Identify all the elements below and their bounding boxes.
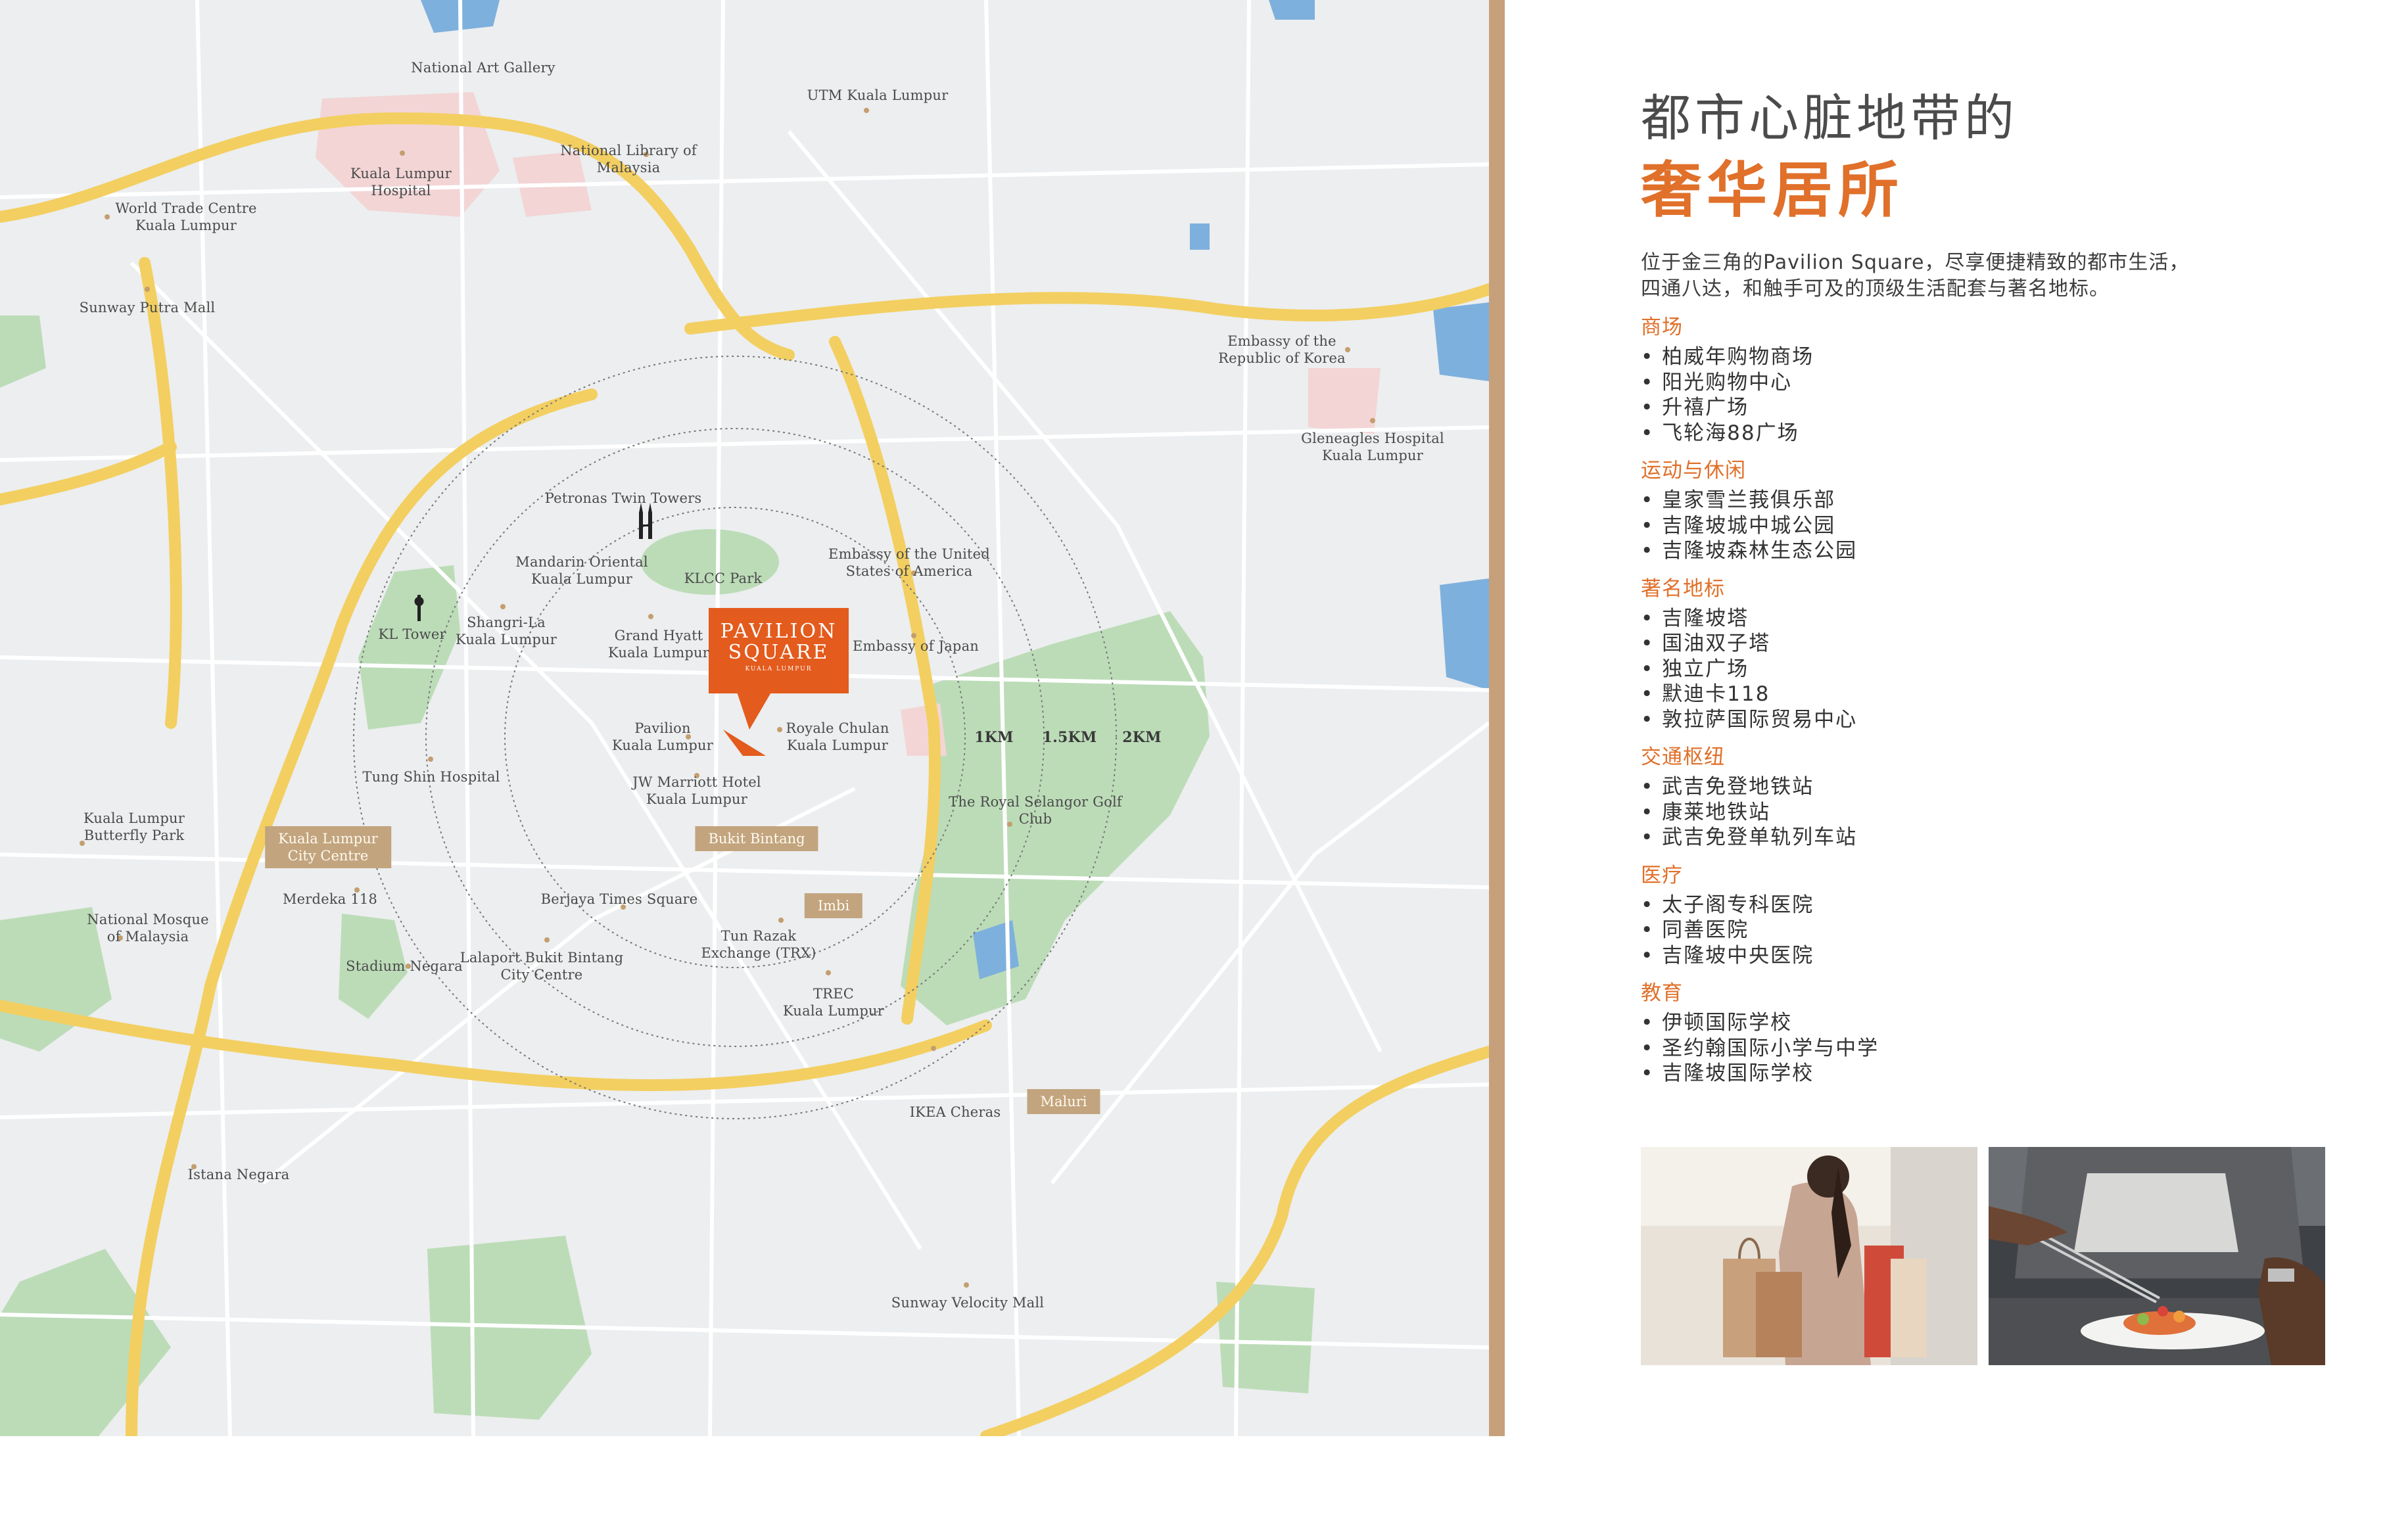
chef-plating-photo	[1989, 1147, 2325, 1365]
landmark-label[interactable]: Embassy of the Republic of Korea	[1218, 333, 1346, 367]
landmark-label[interactable]: Kuala Lumpur Butterfly Park	[83, 810, 185, 844]
section-title: 著名地标	[1641, 576, 1725, 601]
intro-text: 位于金三角的Pavilion Square，尽享便捷精致的都市生活， 四通八达，…	[1641, 250, 2331, 302]
list-item: 吉隆坡国际学校	[1641, 1061, 2331, 1086]
section-malls: 商场 柏威年购物商场 阳光购物中心 升禧广场 飞轮海88广场	[1641, 314, 2331, 446]
ring-label-1km: 1KM	[974, 729, 1014, 746]
list-item: 吉隆坡中央医院	[1641, 943, 2331, 969]
list-item: 圣约翰国际小学与中学	[1641, 1036, 2331, 1062]
landmark-label[interactable]: National Library of Malaysia	[560, 142, 697, 176]
section-landmarks: 著名地标 吉隆坡塔 国油双子塔 独立广场 默迪卡118 敦拉萨国际贸易中心	[1641, 576, 2331, 733]
landmark-label[interactable]: Petronas Twin Towers	[545, 490, 702, 507]
section-medical: 医疗 太子阁专科医院 同善医院 吉隆坡中央医院	[1641, 862, 2331, 969]
section-title: 教育	[1641, 981, 1683, 1005]
section-title: 运动与休闲	[1641, 459, 1746, 482]
landmark-label[interactable]: Lalaport Bukit Bintang City Centre	[460, 949, 623, 983]
landmark-label[interactable]: Merdeka 118	[283, 891, 377, 908]
pavilion-square-logo[interactable]: PAVILION SQUARE KUALA LUMPUR	[709, 608, 849, 693]
landmark-label[interactable]: Tung Shin Hospital	[362, 768, 500, 785]
section-title: 商场	[1641, 315, 1683, 339]
landmark-label[interactable]: KL Tower	[378, 626, 446, 643]
area-map[interactable]: PAVILION SQUARE KUALA LUMPUR 1KM 1.5KM 2…	[0, 0, 1489, 1436]
section-title: 医疗	[1641, 863, 1683, 887]
landmark-label[interactable]: Berjaya Times Square	[541, 891, 698, 908]
district-tag[interactable]: Imbi	[804, 893, 863, 918]
section-transport: 交通枢纽 武吉免登地铁站 康莱地铁站 武吉免登单轨列车站	[1641, 744, 2331, 851]
headline-line1: 都市心脏地带的	[1641, 89, 2018, 147]
list-item: 太子阁专科医院	[1641, 893, 2331, 918]
list-item: 阳光购物中心	[1641, 370, 2331, 396]
landmark-label[interactable]: Mandarin Oriental Kuala Lumpur	[515, 553, 648, 588]
section-leisure: 运动与休闲 皇家雪兰莪俱乐部 吉隆坡城中城公园 吉隆坡森林生态公园	[1641, 457, 2331, 564]
list-item: 吉隆坡塔	[1641, 606, 2331, 632]
list-item: 国油双子塔	[1641, 631, 2331, 657]
landmark-label[interactable]: TREC Kuala Lumpur	[783, 985, 884, 1019]
section-title: 交通枢纽	[1641, 745, 1725, 769]
district-tag[interactable]: Kuala Lumpur City Centre	[265, 826, 391, 868]
list-item: 吉隆坡森林生态公园	[1641, 538, 2331, 564]
logo-line1: PAVILION	[720, 620, 838, 643]
landmark-label[interactable]: Istana Negara	[188, 1166, 290, 1183]
ring-label-1-5km: 1.5KM	[1042, 729, 1097, 746]
list-item: 升禧广场	[1641, 395, 2331, 421]
landmark-label[interactable]: National Mosque of Malaysia	[87, 911, 208, 945]
landmark-label[interactable]: The Royal Selangor Golf Club	[949, 793, 1122, 828]
divider-bar	[1489, 0, 1505, 1436]
list-item: 柏威年购物商场	[1641, 344, 2331, 370]
list-item: 武吉免登单轨列车站	[1641, 825, 2331, 851]
landmark-label[interactable]: Shangri-La Kuala Lumpur	[456, 614, 557, 648]
list-item: 吉隆坡城中城公园	[1641, 513, 2331, 539]
landmark-label[interactable]: KLCC Park	[684, 570, 763, 587]
landmark-label[interactable]: Tun Razak Exchange (TRX)	[701, 927, 816, 962]
landmark-label[interactable]: Sunway Velocity Mall	[891, 1294, 1044, 1311]
list-item: 皇家雪兰莪俱乐部	[1641, 488, 2331, 513]
landmark-label[interactable]: Grand Hyatt Kuala Lumpur	[608, 627, 709, 661]
landmark-label[interactable]: UTM Kuala Lumpur	[807, 87, 949, 104]
headline-line2: 奢华居所	[1641, 155, 1904, 225]
shopping-photo	[1641, 1147, 1977, 1365]
list-item: 武吉免登地铁站	[1641, 774, 2331, 800]
intro-line1: 位于金三角的Pavilion Square，尽享便捷精致的都市生活，	[1641, 251, 2190, 274]
list-item: 伊顿国际学校	[1641, 1010, 2331, 1036]
list-item: 默迪卡118	[1641, 682, 2331, 707]
list-item: 敦拉萨国际贸易中心	[1641, 707, 2331, 733]
landmark-label[interactable]: Embassy of the United States of America	[828, 546, 990, 580]
landmark-label[interactable]: Royale Chulan Kuala Lumpur	[786, 720, 889, 754]
district-tag[interactable]: Maluri	[1027, 1089, 1100, 1114]
section-education: 教育 伊顿国际学校 圣约翰国际小学与中学 吉隆坡国际学校	[1641, 980, 2331, 1086]
landmark-label[interactable]: Sunway Putra Mall	[80, 299, 216, 316]
district-tag[interactable]: Bukit Bintang	[695, 826, 818, 851]
landmark-label[interactable]: JW Marriott Hotel Kuala Lumpur	[632, 774, 761, 808]
ring-label-2km: 2KM	[1122, 729, 1162, 746]
landmark-label[interactable]: Stadium Negara	[346, 958, 463, 975]
list-item: 同善医院	[1641, 918, 2331, 943]
logo-line3: KUALA LUMPUR	[745, 666, 813, 672]
list-item: 独立广场	[1641, 657, 2331, 682]
landmark-label[interactable]: National Art Gallery	[411, 59, 555, 76]
landmark-label[interactable]: IKEA Cheras	[910, 1104, 1001, 1121]
landmark-label[interactable]: Gleneagles Hospital Kuala Lumpur	[1301, 430, 1444, 464]
list-item: 康莱地铁站	[1641, 800, 2331, 826]
landmark-label[interactable]: Pavilion Kuala Lumpur	[612, 720, 713, 754]
intro-line2: 四通八达，和触手可及的顶级生活配套与著名地标。	[1641, 277, 2110, 300]
info-panel: 都市心脏地带的 奢华居所 位于金三角的Pavilion Square，尽享便捷精…	[1641, 85, 2331, 1086]
landmark-label[interactable]: Kuala Lumpur Hospital	[350, 165, 452, 199]
landmark-label[interactable]: Embassy of Japan	[853, 638, 979, 655]
landmark-label[interactable]: World Trade Centre Kuala Lumpur	[115, 200, 256, 234]
list-item: 飞轮海88广场	[1641, 421, 2331, 446]
logo-line2: SQUARE	[728, 641, 830, 664]
